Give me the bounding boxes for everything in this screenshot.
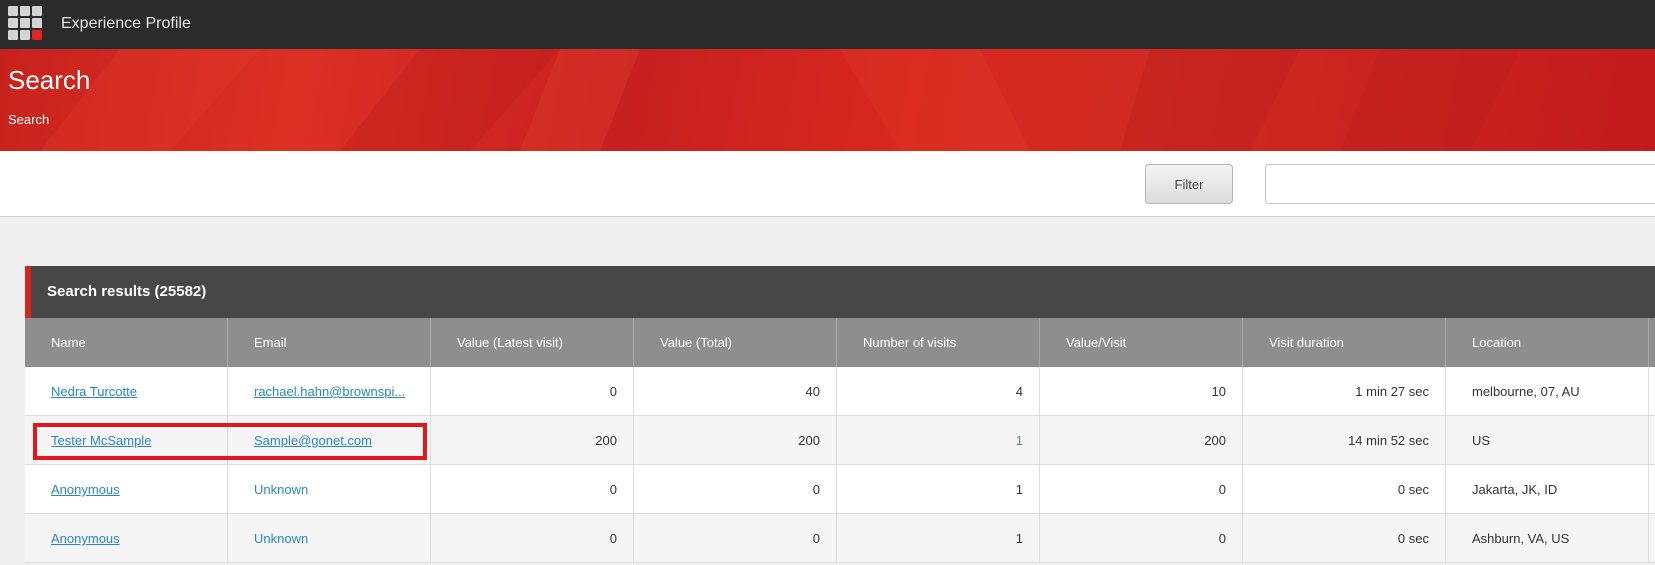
column-header-email[interactable]: Email [228, 318, 431, 367]
cell-name[interactable]: Anonymous [25, 514, 228, 563]
cell-value-latest: 0 [431, 514, 634, 563]
app-title[interactable]: Experience Profile [61, 15, 191, 33]
search-toolbar: Filter [0, 151, 1655, 217]
table-row[interactable]: Anonymous Unknown 0 0 1 0 0 sec Jakarta,… [25, 465, 1655, 514]
results-table-header: Name Email Value (Latest visit) Value (T… [25, 318, 1655, 367]
cell-name[interactable]: Anonymous [25, 465, 228, 514]
page-title: Search [8, 65, 91, 95]
column-header-location[interactable]: Location [1446, 318, 1649, 367]
app-launcher-icon[interactable] [8, 6, 44, 42]
cell-location: US [1446, 416, 1649, 465]
cell-value-per-visit: 10 [1040, 367, 1243, 416]
top-bar: Experience Profile [0, 0, 1655, 49]
cell-name[interactable]: Nedra Turcotte [25, 367, 228, 416]
contact-email-link[interactable]: rachael.hahn@brownspi... [254, 384, 405, 399]
filter-button[interactable]: Filter [1145, 164, 1233, 204]
contact-email-link[interactable]: Unknown [254, 531, 308, 546]
cell-value-total: 200 [634, 416, 837, 465]
contact-email-link[interactable]: Unknown [254, 482, 308, 497]
column-header-name[interactable]: Name [25, 318, 228, 367]
cell-value-latest: 0 [431, 367, 634, 416]
cell-number-of-visits: 1 [837, 465, 1040, 514]
column-header-value-latest[interactable]: Value (Latest visit) [431, 318, 634, 367]
table-row[interactable]: Anonymous Unknown 0 0 1 0 0 sec Ashburn,… [25, 514, 1655, 563]
page-banner: Search Search [0, 49, 1655, 151]
table-row[interactable]: Tester McSample Sample@gonet.com 200 200… [25, 416, 1655, 465]
cell-value-latest: 200 [431, 416, 634, 465]
cell-value-total: 0 [634, 514, 837, 563]
cell-visit-duration: 0 sec [1243, 514, 1446, 563]
banner-decoration [40, 49, 1520, 151]
column-header-value-per-visit[interactable]: Value/Visit [1040, 318, 1243, 367]
cell-location: Ashburn, VA, US [1446, 514, 1649, 563]
contact-name-link[interactable]: Tester McSample [51, 433, 151, 448]
contact-name-link[interactable]: Anonymous [51, 482, 120, 497]
column-header-visit-duration[interactable]: Visit duration [1243, 318, 1446, 367]
cell-visit-duration: 0 sec [1243, 465, 1446, 514]
cell-value-total: 0 [634, 465, 837, 514]
cell-email[interactable]: rachael.hahn@brownspi... [228, 367, 431, 416]
results-panel-header: Search results (25582) [25, 266, 1655, 318]
column-header-number-of-visits[interactable]: Number of visits [837, 318, 1040, 367]
table-row[interactable]: Nedra Turcotte rachael.hahn@brownspi... … [25, 367, 1655, 416]
cell-number-of-visits: 1 [837, 416, 1040, 465]
cell-value-per-visit: 200 [1040, 416, 1243, 465]
cell-location: melbourne, 07, AU [1446, 367, 1649, 416]
cell-email[interactable]: Unknown [228, 514, 431, 563]
contact-email-link[interactable]: Sample@gonet.com [254, 433, 372, 448]
cell-visit-duration: 1 min 27 sec [1243, 367, 1446, 416]
results-title: Search results (25582) [47, 283, 207, 300]
cell-value-per-visit: 0 [1040, 465, 1243, 514]
contact-name-link[interactable]: Nedra Turcotte [51, 384, 137, 399]
cell-email[interactable]: Unknown [228, 465, 431, 514]
cell-value-per-visit: 0 [1040, 514, 1243, 563]
cell-name[interactable]: Tester McSample [25, 416, 228, 465]
cell-value-total: 40 [634, 367, 837, 416]
cell-value-latest: 0 [431, 465, 634, 514]
search-input[interactable] [1265, 164, 1655, 204]
cell-email[interactable]: Sample@gonet.com [228, 416, 431, 465]
cell-number-of-visits: 4 [837, 367, 1040, 416]
cell-number-of-visits: 1 [837, 514, 1040, 563]
contact-name-link[interactable]: Anonymous [51, 531, 120, 546]
cell-location: Jakarta, JK, ID [1446, 465, 1649, 514]
breadcrumb[interactable]: Search [8, 112, 49, 127]
column-header-value-total[interactable]: Value (Total) [634, 318, 837, 367]
cell-visit-duration: 14 min 52 sec [1243, 416, 1446, 465]
